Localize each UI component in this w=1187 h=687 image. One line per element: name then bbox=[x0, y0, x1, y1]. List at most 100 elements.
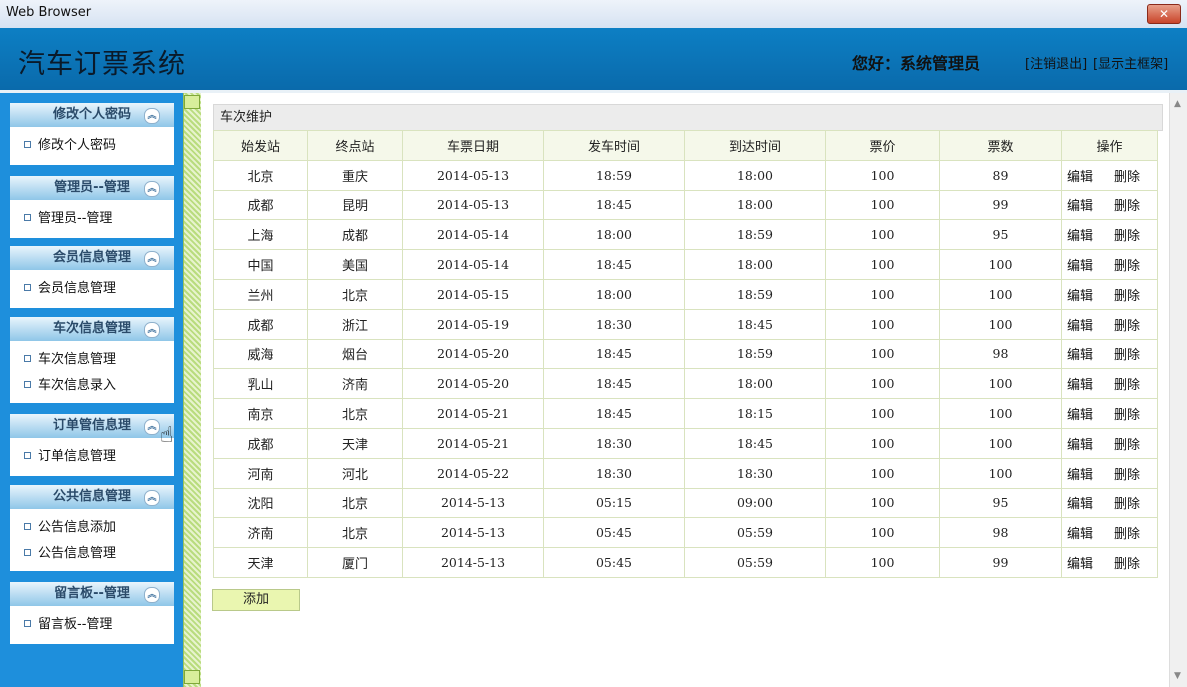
window-title: Web Browser bbox=[6, 5, 92, 20]
edit-link[interactable]: 编辑 bbox=[1067, 199, 1093, 214]
delete-link[interactable]: 删除 bbox=[1114, 259, 1140, 274]
frame-splitter[interactable] bbox=[183, 93, 201, 687]
table-row: 成都 天津 2014-05-21 18:30 18:45 100 100 编辑 删除 bbox=[213, 427, 1158, 459]
table-cell: 2014-05-14 bbox=[402, 219, 544, 251]
system-title: 汽车订票系统 bbox=[18, 49, 186, 80]
table-cell: 18:30 bbox=[543, 308, 685, 340]
edit-link[interactable]: 编辑 bbox=[1067, 497, 1093, 512]
table-cell: 100 bbox=[825, 278, 940, 310]
sidebar-item-trip-entry[interactable]: 车次信息录入 bbox=[10, 373, 174, 403]
edit-link[interactable]: 编辑 bbox=[1067, 319, 1093, 334]
edit-link[interactable]: 编辑 bbox=[1067, 229, 1093, 244]
logout-link[interactable]: [注销退出] bbox=[1025, 53, 1087, 72]
sidebar-item-guestbook[interactable]: 留言板--管理 bbox=[10, 606, 174, 644]
sidebar-item-admin[interactable]: 管理员--管理 bbox=[10, 200, 174, 238]
table-cell: 100 bbox=[939, 427, 1062, 459]
sidebar-item-manage-announcement[interactable]: 公告信息管理 bbox=[10, 541, 174, 571]
delete-link[interactable]: 删除 bbox=[1114, 378, 1140, 393]
delete-link[interactable]: 删除 bbox=[1114, 348, 1140, 363]
delete-link[interactable]: 删除 bbox=[1114, 438, 1140, 453]
window-close-button[interactable]: ✕ bbox=[1147, 4, 1181, 24]
column-header: 终点站 bbox=[307, 130, 403, 161]
table-cell: 18:45 bbox=[543, 249, 685, 280]
table-cell: 河南 bbox=[213, 457, 308, 489]
column-header: 票数 bbox=[939, 130, 1062, 161]
sidebar-item-orders[interactable]: 订单信息管理 bbox=[10, 438, 174, 476]
header-banner: 汽车订票系统 您好：系统管理员 [注销退出] [显示主框架] bbox=[0, 28, 1187, 93]
row-actions: 编辑 删除 bbox=[1061, 249, 1158, 280]
delete-link[interactable]: 删除 bbox=[1114, 199, 1140, 214]
menu-group-header[interactable]: 会员信息管理 ︽ bbox=[10, 246, 174, 270]
table-cell: 成都 bbox=[213, 308, 308, 340]
delete-link[interactable]: 删除 bbox=[1114, 408, 1140, 423]
table-cell: 18:45 bbox=[543, 368, 685, 400]
edit-link[interactable]: 编辑 bbox=[1067, 289, 1093, 304]
edit-link[interactable]: 编辑 bbox=[1067, 527, 1093, 542]
collapse-up-icon[interactable]: ︽ bbox=[144, 419, 160, 435]
square-bullet-icon bbox=[24, 381, 31, 388]
table-cell: 100 bbox=[825, 487, 940, 519]
table-cell: 18:30 bbox=[684, 457, 826, 489]
column-header: 始发站 bbox=[213, 130, 308, 161]
menu-group-header[interactable]: 留言板--管理 ︽ bbox=[10, 582, 174, 606]
table-cell: 2014-05-21 bbox=[402, 398, 544, 429]
row-actions: 编辑 删除 bbox=[1061, 219, 1158, 251]
table-cell: 100 bbox=[939, 457, 1062, 489]
delete-link[interactable]: 删除 bbox=[1114, 319, 1140, 334]
table-cell: 北京 bbox=[307, 398, 403, 429]
show-frame-link[interactable]: [显示主框架] bbox=[1093, 53, 1168, 72]
splitter-expand-button[interactable] bbox=[184, 670, 200, 684]
delete-link[interactable]: 删除 bbox=[1114, 170, 1140, 185]
table-cell: 北京 bbox=[307, 517, 403, 549]
collapse-up-icon[interactable]: ︽ bbox=[144, 490, 160, 506]
table-cell: 2014-05-21 bbox=[402, 427, 544, 459]
table-cell: 成都 bbox=[307, 219, 403, 251]
row-actions: 编辑 删除 bbox=[1061, 368, 1158, 400]
table-cell: 兰州 bbox=[213, 278, 308, 310]
panel-title: 车次维护 bbox=[213, 104, 1163, 131]
menu-group-members: 会员信息管理 ︽ 会员信息管理 bbox=[10, 246, 174, 308]
delete-link[interactable]: 删除 bbox=[1114, 557, 1140, 572]
main-content: 车次维护 始发站 终点站 车票日期 发车时间 到达时间 票价 票数 操作 北京重… bbox=[201, 93, 1169, 687]
sidebar-item-change-password[interactable]: 修改个人密码 bbox=[10, 127, 174, 165]
menu-group-header[interactable]: 修改个人密码 ︽ bbox=[10, 103, 174, 127]
trip-table: 始发站 终点站 车票日期 发车时间 到达时间 票价 票数 操作 北京 重庆 2014… bbox=[213, 130, 1158, 578]
edit-link[interactable]: 编辑 bbox=[1067, 259, 1093, 274]
scroll-down-icon[interactable]: ▼ bbox=[1174, 671, 1181, 681]
sidebar-item-add-announcement[interactable]: 公告信息添加 bbox=[10, 515, 174, 541]
table-row: 兰州 北京 2014-05-15 18:00 18:59 100 100 编辑 删除 bbox=[213, 278, 1158, 310]
splitter-collapse-button[interactable] bbox=[184, 95, 200, 109]
collapse-up-icon[interactable]: ︽ bbox=[144, 181, 160, 197]
edit-link[interactable]: 编辑 bbox=[1067, 348, 1093, 363]
vertical-scrollbar[interactable]: ▲ ▼ bbox=[1169, 93, 1187, 687]
menu-group-header[interactable]: 车次信息管理 ︽ bbox=[10, 317, 174, 341]
delete-link[interactable]: 删除 bbox=[1114, 468, 1140, 483]
collapse-up-icon[interactable]: ︽ bbox=[144, 322, 160, 338]
collapse-up-icon[interactable]: ︽ bbox=[144, 251, 160, 267]
delete-link[interactable]: 删除 bbox=[1114, 289, 1140, 304]
row-actions: 编辑 删除 bbox=[1061, 338, 1158, 370]
menu-group-header[interactable]: 公共信息管理 ︽ bbox=[10, 485, 174, 509]
collapse-up-icon[interactable]: ︽ bbox=[144, 108, 160, 124]
menu-group-header[interactable]: 订单管信息理 ︽ bbox=[10, 414, 174, 438]
table-cell: 2014-05-13 bbox=[402, 159, 544, 191]
table-cell: 18:45 bbox=[543, 189, 685, 221]
sidebar-item-members[interactable]: 会员信息管理 bbox=[10, 270, 174, 308]
edit-link[interactable]: 编辑 bbox=[1067, 170, 1093, 185]
add-button[interactable]: 添加 bbox=[212, 589, 300, 611]
edit-link[interactable]: 编辑 bbox=[1067, 438, 1093, 453]
sidebar-item-trip-manage[interactable]: 车次信息管理 bbox=[10, 347, 174, 373]
edit-link[interactable]: 编辑 bbox=[1067, 557, 1093, 572]
delete-link[interactable]: 删除 bbox=[1114, 497, 1140, 512]
menu-group-header[interactable]: 管理员--管理 ︽ bbox=[10, 176, 174, 200]
table-cell: 18:15 bbox=[684, 398, 826, 429]
delete-link[interactable]: 删除 bbox=[1114, 229, 1140, 244]
collapse-up-icon[interactable]: ︽ bbox=[144, 587, 160, 603]
row-actions: 编辑 删除 bbox=[1061, 308, 1158, 340]
edit-link[interactable]: 编辑 bbox=[1067, 378, 1093, 393]
edit-link[interactable]: 编辑 bbox=[1067, 408, 1093, 423]
edit-link[interactable]: 编辑 bbox=[1067, 468, 1093, 483]
delete-link[interactable]: 删除 bbox=[1114, 527, 1140, 542]
scroll-up-icon[interactable]: ▲ bbox=[1174, 99, 1181, 109]
table-cell: 100 bbox=[825, 249, 940, 280]
